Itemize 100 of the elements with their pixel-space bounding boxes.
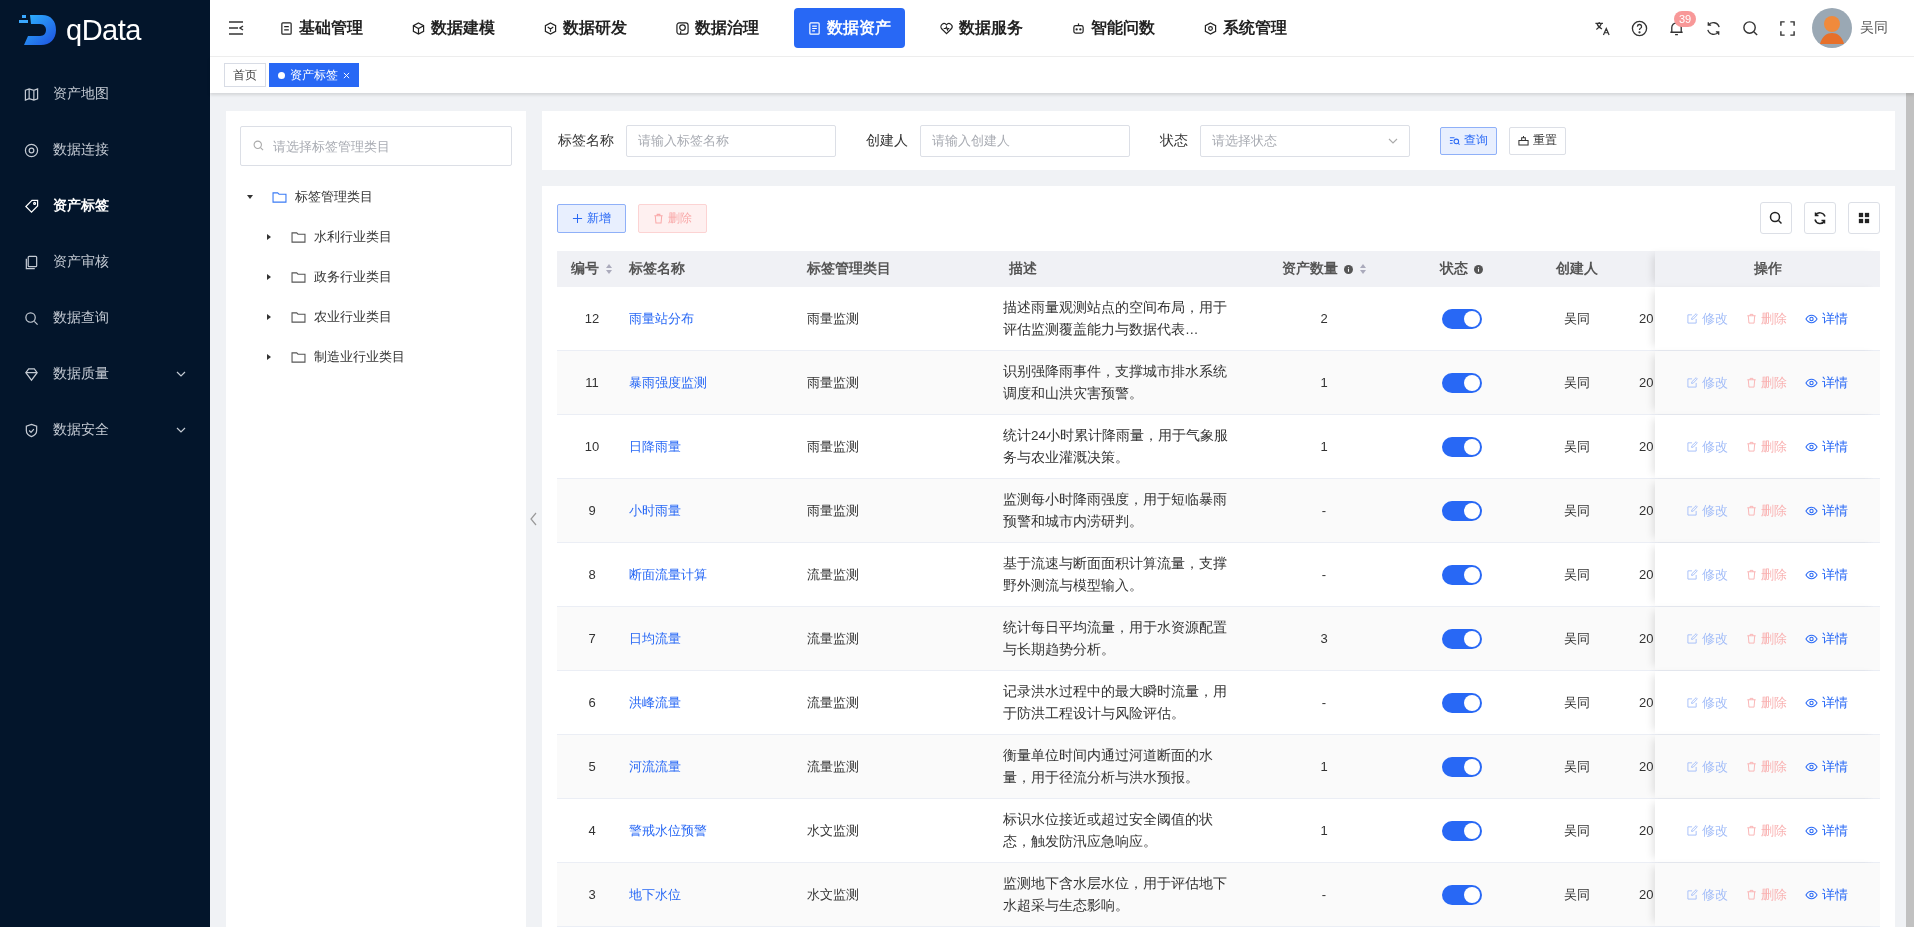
column-header: 描述 xyxy=(1009,260,1037,278)
description-cell-text: 识别强降雨事件，支撑城市排水系统调度和山洪灾害预警。 xyxy=(1003,362,1228,403)
search-button[interactable]: 查询 xyxy=(1440,126,1497,155)
status-switch[interactable] xyxy=(1441,436,1482,457)
fullscreen-icon[interactable] xyxy=(1779,19,1796,37)
table-cell: 20 xyxy=(1639,375,1654,390)
search-button[interactable] xyxy=(1760,202,1792,234)
avatar[interactable] xyxy=(1812,8,1852,48)
column-header[interactable]: 资产数量 xyxy=(1281,260,1367,278)
detail-link[interactable]: 详情 xyxy=(1805,629,1848,648)
tag-name-link[interactable]: 警戒水位预警 xyxy=(629,821,707,840)
detail-link[interactable]: 详情 xyxy=(1805,885,1848,904)
search-field[interactable]: 请选择标签管理类目 xyxy=(240,126,512,166)
scrollbar[interactable] xyxy=(1906,93,1914,927)
eye-icon xyxy=(1805,761,1818,772)
hexagon-icon xyxy=(1204,21,1217,35)
table-cell-text: 流量监测 xyxy=(806,693,860,712)
status-switch[interactable] xyxy=(1441,820,1482,841)
nav-tab[interactable]: 系统管理 xyxy=(1190,8,1301,48)
sidebar-item[interactable]: 数据连接 xyxy=(0,122,210,178)
column-header[interactable]: 编号 xyxy=(571,260,613,278)
nav-tab[interactable]: 数据资产 xyxy=(794,8,905,48)
tag-name-link[interactable]: 暴雨强度监测 xyxy=(629,373,707,392)
translate-icon[interactable] xyxy=(1594,19,1611,37)
nav-tab[interactable]: 智能问数 xyxy=(1058,8,1169,48)
edit-icon xyxy=(1687,633,1698,644)
table-cell-text: 雨量监测 xyxy=(806,437,860,456)
nav-tab[interactable]: 数据研发 xyxy=(530,8,641,48)
status-switch[interactable] xyxy=(1441,500,1482,521)
status-switch[interactable] xyxy=(1441,308,1482,329)
detail-link[interactable]: 详情 xyxy=(1805,501,1848,520)
description-cell-text: 描述雨量观测站点的空间布局，用于评估监测覆盖能力与数据代表… xyxy=(1003,298,1228,339)
tag-name-link[interactable]: 小时雨量 xyxy=(629,501,681,520)
detail-link[interactable]: 详情 xyxy=(1805,309,1848,328)
search-icon[interactable] xyxy=(1742,19,1759,37)
help-icon[interactable] xyxy=(1631,19,1648,37)
info-icon xyxy=(1474,264,1483,274)
sidebar-item[interactable]: 资产地图 xyxy=(0,66,210,122)
table-cell-text: 3 xyxy=(587,886,597,904)
trash-icon xyxy=(1746,377,1757,388)
refresh-icon[interactable] xyxy=(1705,19,1722,37)
detail-link[interactable]: 详情 xyxy=(1805,821,1848,840)
nav-tab[interactable]: 数据服务 xyxy=(926,8,1037,48)
eye-icon xyxy=(1805,697,1818,708)
tree-node[interactable]: 农业行业类目 xyxy=(240,297,512,337)
tag-name-link[interactable]: 地下水位 xyxy=(629,885,681,904)
detail-link[interactable]: 详情 xyxy=(1805,373,1848,392)
table-cell-text: 10 xyxy=(583,438,601,456)
status-switch[interactable] xyxy=(1441,884,1482,905)
folder-icon xyxy=(291,271,306,283)
notification-badge: 39 xyxy=(1674,10,1697,27)
input-field[interactable]: 请输入创建人 xyxy=(920,124,1130,157)
tree-node[interactable]: 标签管理类目 xyxy=(240,177,512,217)
sidebar-item[interactable]: 数据查询 xyxy=(0,290,210,346)
status-switch[interactable] xyxy=(1441,564,1482,585)
add-button[interactable]: 新增 xyxy=(557,203,626,233)
search-icon xyxy=(24,310,39,326)
sidebar-item[interactable]: 数据安全 xyxy=(0,402,210,458)
columns-button[interactable] xyxy=(1848,202,1880,234)
nav-tab[interactable]: 数据治理 xyxy=(662,8,773,48)
tag-name-link[interactable]: 日降雨量 xyxy=(629,437,681,456)
trash-icon xyxy=(653,212,664,224)
tag-name-link[interactable]: 洪峰流量 xyxy=(629,693,681,712)
detail-link[interactable]: 详情 xyxy=(1805,757,1848,776)
eye-icon xyxy=(1805,441,1818,452)
page-tab[interactable]: 首页 xyxy=(224,63,266,87)
table-cell-text: - xyxy=(1320,566,1328,584)
nav-tab[interactable]: 数据建模 xyxy=(398,8,509,48)
collapse-handle[interactable] xyxy=(530,512,538,526)
column-header: 标签管理类目 xyxy=(807,260,891,278)
input-field[interactable]: 请输入标签名称 xyxy=(626,124,836,157)
status-switch[interactable] xyxy=(1441,628,1482,649)
user-name[interactable]: 吴同 xyxy=(1860,19,1888,37)
status-switch[interactable] xyxy=(1441,756,1482,777)
sidebar-item[interactable]: 资产审核 xyxy=(0,234,210,290)
status-switch[interactable] xyxy=(1441,372,1482,393)
trash-icon xyxy=(1746,697,1757,708)
table-cell-text: 吴同 xyxy=(1562,501,1591,520)
tag-name-link[interactable]: 断面流量计算 xyxy=(629,565,707,584)
tag-name-link[interactable]: 河流流量 xyxy=(629,757,681,776)
tree-node[interactable]: 水利行业类目 xyxy=(240,217,512,257)
tree-node[interactable]: 制造业行业类目 xyxy=(240,337,512,377)
menu-icon[interactable] xyxy=(228,21,244,35)
detail-link[interactable]: 详情 xyxy=(1805,693,1848,712)
close-icon[interactable] xyxy=(343,71,350,79)
refresh-button[interactable] xyxy=(1804,202,1836,234)
reset-button[interactable]: 重置 xyxy=(1509,126,1566,155)
table-cell-text: 9 xyxy=(587,502,597,520)
sidebar-item[interactable]: 资产标签 xyxy=(0,178,210,234)
tag-icon xyxy=(24,198,39,214)
nav-tab[interactable]: 基础管理 xyxy=(266,8,377,48)
tag-name-link[interactable]: 雨量站分布 xyxy=(629,309,694,328)
filter-label: 状态 xyxy=(1160,131,1188,150)
status-switch[interactable] xyxy=(1441,692,1482,713)
tree-node[interactable]: 政务行业类目 xyxy=(240,257,512,297)
sidebar-item[interactable]: 数据质量 xyxy=(0,346,210,402)
detail-link[interactable]: 详情 xyxy=(1805,437,1848,456)
detail-link[interactable]: 详情 xyxy=(1805,565,1848,584)
page-tab[interactable]: 资产标签 xyxy=(269,63,359,87)
tag-name-link[interactable]: 日均流量 xyxy=(629,629,681,648)
